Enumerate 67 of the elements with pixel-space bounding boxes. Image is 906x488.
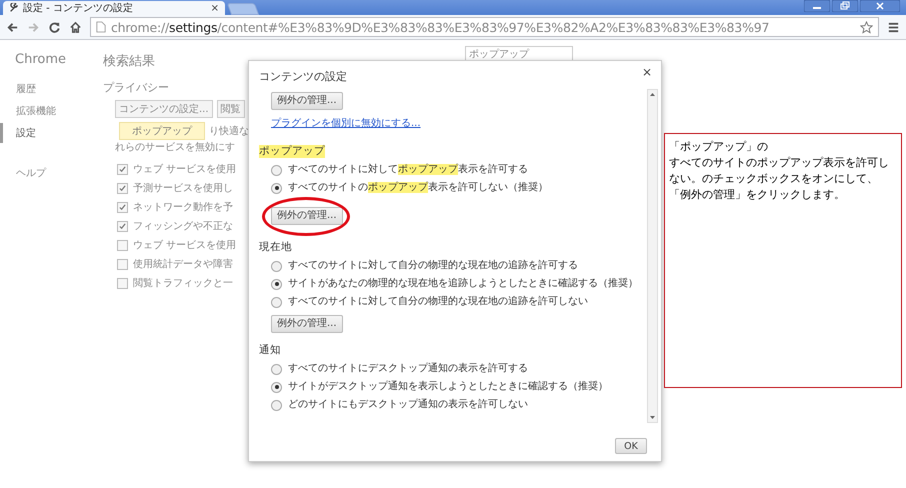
checkbox-label: ネットワーク動作を予 [133,201,233,214]
radio-label: サイトがあなたの物理的な現在地を追跡しようとしたときに確認する（推奨） [288,278,638,290]
checkbox-label: 使用統計データや障害 [133,258,233,271]
checkbox-label: ウェブ サービスを使用 [133,238,236,252]
sidebar-title: Chrome [15,52,66,67]
checkbox[interactable] [117,278,128,288]
radio-button[interactable] [271,364,282,374]
search-tooltip: ポップアップ [119,122,205,140]
section-heading: 現在地 [259,241,292,254]
close-icon[interactable] [860,0,900,12]
sidebar-item[interactable]: 設定 [0,123,36,143]
radio-label: すべてのサイトのポップアップ表示を許可しない（推奨） [288,182,548,194]
manage-exceptions-button[interactable]: 例外の管理... [271,315,343,333]
sidebar-item[interactable]: 履歴 [0,79,36,99]
checkbox[interactable] [117,202,128,212]
scrollbar[interactable] [647,89,658,423]
checkbox[interactable] [117,182,128,194]
checkbox-label: 閲覧トラフィックと一 [133,277,233,290]
radio-label: すべてのサイトにデスクトップ通知の表示を許可する [288,363,528,375]
tab-close-button[interactable]: × [210,2,219,14]
checkbox[interactable] [117,164,128,174]
browser-tab[interactable]: 設定 - コンテンツの設定 × [3,1,225,15]
radio-button[interactable] [271,296,282,308]
manage-exceptions-button[interactable]: 例外の管理... [271,92,343,110]
radio-button[interactable] [271,400,282,410]
checkbox-label: ウェブ サービスを使用 [133,162,236,176]
checkbox[interactable] [117,258,128,270]
home-icon[interactable] [69,20,82,34]
address-bar[interactable]: chrome://settings/content#%E3%83%9D%E3%83%83%E3%83%97%E3%82%A2%E3%83%83%E3%83%97 [90,17,879,37]
radio-label: サイトがデスクトップ通知を表示しようとしたときに確認する（推奨） [288,381,608,393]
section-heading: 通知 [259,344,281,357]
plugin-link[interactable]: プラグインを個別に無効にする... [271,118,421,130]
radio-button[interactable] [271,382,282,392]
page-icon [96,21,106,33]
sidebar-item[interactable]: ヘルプ [0,163,46,183]
tab-title: 設定 - コンテンツの設定 [23,2,134,15]
url-text: chrome://settings/content#%E3%83%9D%E3%83%83%E3%83%97%E3%82%A2%E3%83%83%E3%83%97 [111,20,770,34]
section-heading: ポップアップ [259,145,325,158]
radio-label: すべてのサイトに対して自分の物理的な現在地の追跡を許可する [288,260,578,272]
checkbox-label: 予測サービスを使用し [133,182,233,195]
reload-icon[interactable] [48,20,61,34]
radio-button[interactable] [271,182,282,194]
radio-button[interactable] [271,278,282,290]
checkbox[interactable] [117,220,128,232]
dialog-close-button[interactable]: × [642,65,652,79]
radio-button[interactable] [271,260,282,272]
description-text: り快適な [209,124,249,138]
radio-label: どのサイトにもデスクトップ通知の表示を許可しない [288,399,528,411]
star-icon[interactable] [860,20,873,34]
annotation-text: 「ポップアップ」の すべてのサイトのポップアップ表示を許可し ない。のチェックボックスをオンにして、 「例外の管理」をクリックします。 [669,139,890,203]
restore-icon[interactable] [832,0,858,12]
menu-icon[interactable] [887,20,900,34]
back-icon[interactable] [6,20,19,34]
sidebar-item[interactable]: 拡張機能 [0,101,56,121]
ok-button[interactable]: OK [615,438,647,454]
radio-label: すべてのサイトに対して自分の物理的な現在地の追跡を許可しない [288,296,588,308]
description-text: れらのサービスを無効にす [114,140,235,154]
dialog-title: コンテンツの設定 [259,69,347,84]
minimize-icon[interactable] [804,0,830,12]
page-heading: 検索結果 [103,53,155,70]
section-title: プライバシー [103,80,169,95]
radio-label: すべてのサイトに対してポップアップ表示を許可する [288,164,528,176]
checkbox[interactable] [117,240,128,250]
checkbox-label: フィッシングや不正な [133,220,233,233]
wrench-icon [9,3,19,13]
manage-exceptions-button[interactable]: 例外の管理... [271,207,343,225]
radio-button[interactable] [271,164,282,176]
